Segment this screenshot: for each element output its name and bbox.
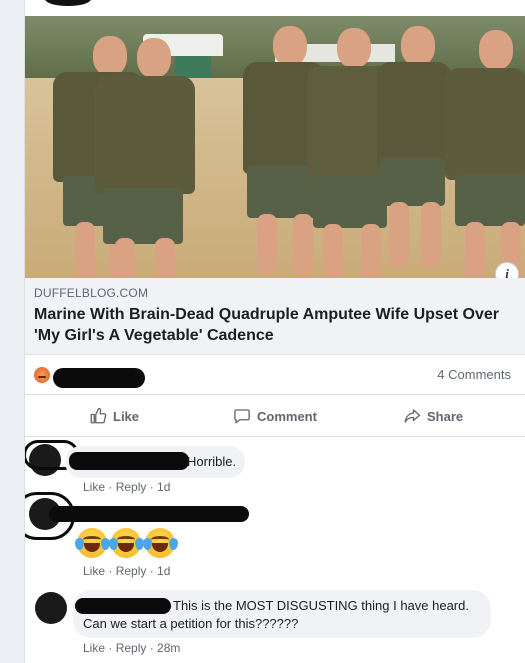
like-button[interactable]: Like [89, 406, 139, 426]
comment: This is the MOST DISGUSTING thing I have… [25, 584, 525, 663]
comment-time[interactable]: 28m [157, 641, 180, 655]
link-headline[interactable]: Marine With Brain-Dead Quadruple Amputee… [34, 304, 516, 346]
comment-like-link[interactable]: Like [83, 641, 105, 655]
comment: Horrible. Like · Reply · 1d [25, 436, 525, 498]
laughing-tears-emoji [109, 528, 144, 558]
like-label: Like [113, 408, 140, 424]
comment: Like · Reply · 1d [25, 492, 525, 582]
link-preview-image[interactable] [25, 16, 525, 278]
action-bar: Like Comment Share [25, 394, 525, 437]
previous-post-edge [25, 0, 525, 16]
link-preview-box[interactable]: DUFFELBLOG.COM Marine With Brain-Dead Qu… [25, 278, 525, 355]
comment-text-line1: This is the MOST DISGUSTING thing I have… [173, 598, 469, 613]
angry-reaction-icon[interactable] [34, 367, 50, 383]
redacted-commenter-name [69, 452, 189, 470]
comment-button[interactable]: Comment [233, 406, 317, 426]
comment-bubble: Horrible. [65, 446, 245, 478]
comment-meta: Like · Reply · 1d [83, 564, 171, 578]
laughing-tears-emoji [75, 528, 110, 558]
laughing-tears-emoji [143, 528, 178, 558]
background-portable-toilets [175, 56, 211, 78]
avatar[interactable] [35, 592, 67, 624]
comment-bubble: This is the MOST DISGUSTING thing I have… [73, 590, 491, 638]
comment-reply-link[interactable]: Reply [116, 641, 147, 655]
redacted-reactor-names [53, 368, 145, 388]
comment-text-line2: Can we start a petition for this?????? [83, 616, 299, 631]
share-arrow-icon [404, 409, 421, 423]
thumbs-up-icon [90, 407, 107, 424]
redacted-avatar [45, 0, 91, 6]
redacted-commenter-name [49, 506, 249, 522]
comments-count[interactable]: 4 Comments [437, 367, 511, 382]
comment-meta: Like · Reply · 28m [83, 641, 181, 655]
redacted-commenter-name [75, 598, 171, 614]
comment-label: Comment [257, 408, 317, 424]
reactions-bar: 4 Comments [25, 354, 525, 395]
share-button[interactable]: Share [403, 406, 463, 426]
post-card: i DUFFELBLOG.COM Marine With Brain-Dead … [24, 0, 525, 663]
share-label: Share [427, 408, 464, 424]
comment-text: Horrible. [187, 454, 237, 469]
comment-like-link[interactable]: Like [83, 564, 105, 578]
link-domain: DUFFELBLOG.COM [34, 286, 149, 300]
comment-time[interactable]: 1d [157, 564, 170, 578]
comment-reply-link[interactable]: Reply [116, 564, 147, 578]
speech-bubble-icon [234, 409, 250, 424]
